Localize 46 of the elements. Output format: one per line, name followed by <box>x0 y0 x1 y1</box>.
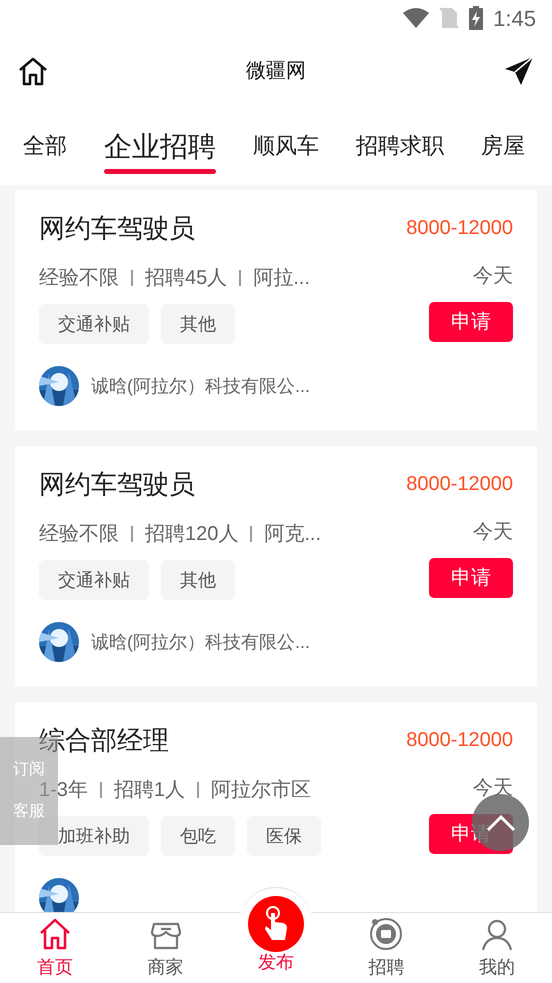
job-detail: 阿拉... <box>253 266 310 291</box>
category-tab[interactable]: 顺风车 <box>253 129 319 162</box>
apply-button[interactable]: 申请 <box>429 302 513 342</box>
user-icon <box>480 918 514 952</box>
job-title: 网约车驾驶员 <box>39 468 195 500</box>
job-detail: 招聘120人 <box>145 522 238 547</box>
category-tab[interactable]: 企业招聘 <box>104 122 216 174</box>
category-tab[interactable]: 全部 <box>23 129 67 162</box>
job-detail: 阿克... <box>264 522 322 547</box>
salary: 8000-12000 <box>406 728 513 753</box>
benefit-tag: 包吃 <box>161 816 235 856</box>
category-tab[interactable]: 招聘求职 <box>356 129 444 162</box>
company-name: 诚晗(阿拉尔）科技有限公... <box>91 374 310 398</box>
nav-tab[interactable]: 首页 <box>0 913 110 983</box>
salary: 8000-12000 <box>406 216 513 241</box>
no-sim-icon <box>439 7 460 29</box>
app-title: 微疆网 <box>246 59 306 84</box>
nav-tab[interactable]: 招聘 <box>331 913 442 983</box>
apply-button[interactable]: 申请 <box>429 558 513 598</box>
status-time: 1:45 <box>493 4 536 32</box>
benefit-tag: 加班补助 <box>39 816 149 856</box>
benefit-tag: 交通补贴 <box>39 560 149 600</box>
job-detail: 经验不限 <box>39 266 119 291</box>
post-date: 今天 <box>473 776 513 801</box>
company-name: 诚晗(阿拉尔）科技有限公... <box>91 630 310 654</box>
post-date: 今天 <box>473 520 513 545</box>
post-date: 今天 <box>473 264 513 289</box>
benefit-tag: 其他 <box>161 560 235 600</box>
job-title: 网约车驾驶员 <box>39 212 195 244</box>
job-card[interactable]: 网约车驾驶员 8000-12000 经验不限 招聘120人 阿克... 交通补贴 其他 今天 申请 诚晗(阿拉尔）科技有限公... <box>15 446 537 686</box>
job-detail: 经验不限 <box>39 522 119 547</box>
salary: 8000-12000 <box>406 472 513 497</box>
job-detail: 招聘1人 <box>114 778 186 803</box>
benefit-tag: 医保 <box>247 816 321 856</box>
benefit-tag: 交通补贴 <box>39 304 149 344</box>
job-detail: 阿拉尔市区 <box>211 778 312 803</box>
job-card[interactable]: 网约车驾驶员 8000-12000 经验不限 招聘45人 阿拉... 交通补贴 其他 今天 申请 诚晗(阿拉尔）科技有限公... <box>15 190 537 430</box>
job-title: 综合部经理 <box>39 724 169 756</box>
category-tab[interactable]: 房屋 <box>481 129 525 162</box>
battery-charging-icon <box>469 6 484 30</box>
hire-badge-icon <box>368 916 404 952</box>
job-detail: 招聘45人 <box>145 266 228 291</box>
wifi-icon <box>403 8 430 28</box>
nav-tab[interactable]: 商家 <box>110 913 221 983</box>
nav-tab[interactable]: 我的 <box>442 913 552 983</box>
benefit-tag: 其他 <box>161 304 235 344</box>
